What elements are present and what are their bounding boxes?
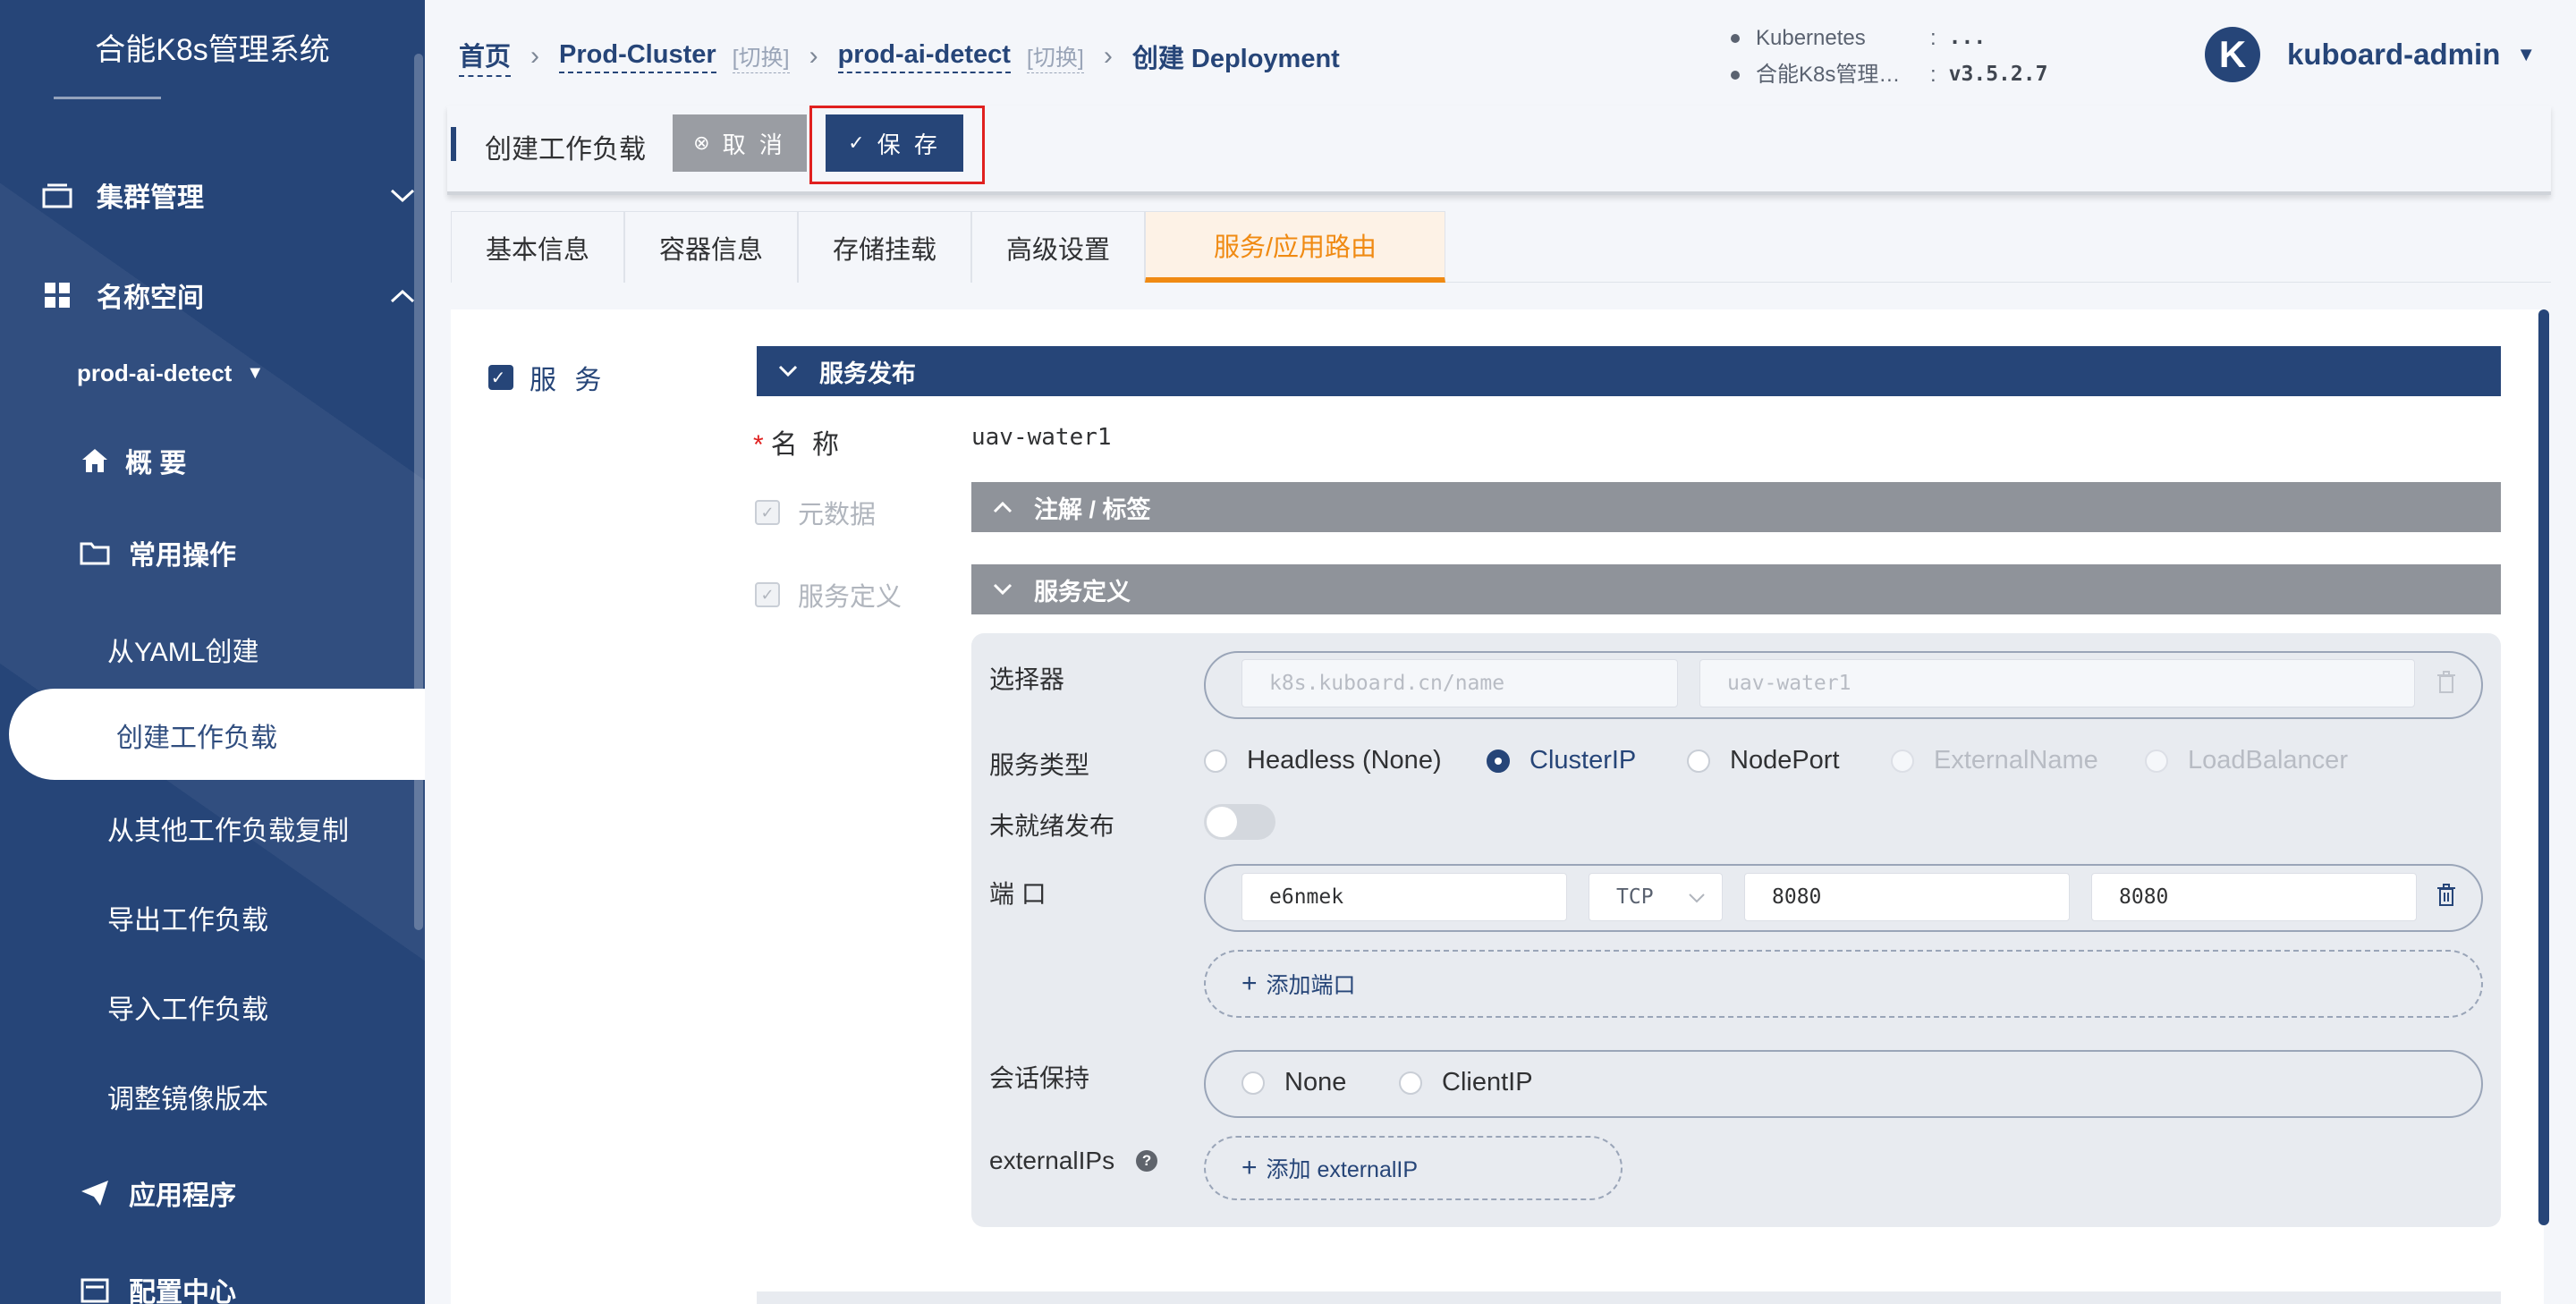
sidebar-item-overview[interactable]: 概 要 <box>77 441 425 480</box>
add-port-link[interactable]: + 添加端口 <box>1241 968 1356 1000</box>
trash-icon[interactable] <box>2436 884 2456 913</box>
radio-nodeport[interactable]: NodePort <box>1687 746 1840 775</box>
sidebar-item-cluster[interactable]: 集群管理 <box>39 175 425 215</box>
config-icon <box>77 1272 113 1304</box>
target-port-input[interactable]: 8080 <box>2091 873 2417 921</box>
close-circle-icon: ⊗ <box>693 131 714 154</box>
add-external-ip-link[interactable]: + 添加 externalIP <box>1241 1152 1418 1184</box>
sidebar-sub-export[interactable]: 导出工作负载 <box>107 898 268 937</box>
trash-icon[interactable] <box>2436 671 2456 700</box>
checkbox-checked-icon: ✓ <box>755 582 780 607</box>
selector-key-input[interactable]: k8s.kuboard.cn/name <box>1241 659 1678 707</box>
chevron-right-icon: › <box>530 41 540 71</box>
next-section-strip <box>757 1291 2501 1304</box>
action-bar: 创建工作负载 ⊗ 取 消 ✓ 保 存 <box>447 106 2551 195</box>
breadcrumb: 首页 › Prod-Cluster [切换] › prod-ai-detect … <box>459 36 1340 77</box>
sidebar-item-config[interactable]: 配置中心 <box>77 1270 425 1304</box>
namespace-selector[interactable]: prod-ai-detect ▼ <box>77 360 425 387</box>
service-checkbox[interactable]: ✓ 服 务 <box>488 358 606 397</box>
chevron-up-icon <box>390 280 415 310</box>
breadcrumb-cluster[interactable]: Prod-Cluster <box>559 40 716 73</box>
grid-icon <box>39 277 75 313</box>
selector-value-input[interactable]: uav-water1 <box>1699 659 2415 707</box>
sidebar-scrollbar[interactable] <box>414 54 423 930</box>
breadcrumb-home[interactable]: 首页 <box>459 36 512 77</box>
chevron-down-icon <box>390 180 415 210</box>
unready-label: 未就绪发布 <box>989 812 1115 840</box>
unready-toggle[interactable] <box>1204 804 1275 840</box>
help-icon[interactable]: ? <box>1136 1150 1158 1172</box>
user-menu[interactable]: K kuboard-admin ▼ <box>2205 27 2536 82</box>
radio-session-none[interactable]: None <box>1241 1068 1346 1097</box>
radio-headless[interactable]: Headless (None) <box>1204 746 1442 775</box>
breadcrumb-namespace[interactable]: prod-ai-detect <box>837 40 1011 73</box>
sidebar-sub-copy[interactable]: 从其他工作负载复制 <box>107 809 349 848</box>
breadcrumb-current: 创建 Deployment <box>1131 45 1340 73</box>
radio-loadbalancer[interactable]: LoadBalancer <box>2145 746 2348 775</box>
definition-header[interactable]: 服务定义 <box>971 564 2501 614</box>
protocol-select[interactable]: TCP <box>1589 873 1723 921</box>
chevron-up-icon <box>971 501 1034 513</box>
sidebar-item-common-ops[interactable]: 常用操作 <box>77 533 425 572</box>
sidebar-sub-create-workload[interactable]: 创建工作负载 <box>9 689 425 780</box>
check-circle-icon: ✓ <box>848 131 869 154</box>
main-scrollbar[interactable] <box>2538 309 2549 1225</box>
sidebar-sub-import[interactable]: 导入工作负载 <box>107 987 268 1027</box>
annotation-header[interactable]: 注解 / 标签 <box>971 482 2501 532</box>
plus-icon: + <box>1241 1153 1258 1182</box>
port-input[interactable]: 8080 <box>1744 873 2070 921</box>
checkbox-checked-icon: ✓ <box>755 500 780 525</box>
home-icon <box>77 443 113 478</box>
port-label: 端 口 <box>989 880 1046 908</box>
radio-clusterip[interactable]: ClusterIP <box>1487 746 1636 775</box>
chevron-right-icon: › <box>809 41 818 71</box>
caret-down-icon: ▼ <box>246 363 265 383</box>
chevron-down-icon <box>757 365 819 377</box>
sidebar: 合能K8s管理系统 集群管理 名称空间 prod-ai-detect ▼ 概 要… <box>0 0 425 1304</box>
tab-basic[interactable]: 基本信息 <box>451 211 624 283</box>
sidebar-item-namespace[interactable]: 名称空间 <box>39 275 425 315</box>
tab-bar: 基本信息 容器信息 存储挂载 高级设置 服务/应用路由 <box>451 211 2551 283</box>
chevron-right-icon: › <box>1103 41 1113 71</box>
chevron-down-icon <box>1688 885 1706 909</box>
service-publish-header[interactable]: 服务发布 <box>757 346 2501 396</box>
tab-service-route[interactable]: 服务/应用路由 <box>1145 211 1445 283</box>
tab-advanced[interactable]: 高级设置 <box>971 211 1145 283</box>
name-value: uav-water1 <box>971 424 1112 451</box>
tab-storage[interactable]: 存储挂载 <box>798 211 971 283</box>
app-title: 合能K8s管理系统 <box>95 33 330 67</box>
sidebar-item-apps[interactable]: 应用程序 <box>77 1173 425 1213</box>
external-ips-label: externalIPs ? <box>989 1147 1158 1175</box>
topbar: 首页 › Prod-Cluster [切换] › prod-ai-detect … <box>425 0 2576 103</box>
add-port-button[interactable] <box>1204 950 2483 1018</box>
definition-checkbox[interactable]: ✓ 服务定义 <box>755 576 902 614</box>
selector-label: 选择器 <box>989 665 1065 693</box>
port-name-input[interactable]: e6nmek <box>1241 873 1567 921</box>
version-info: Kubernetes:... 合能K8s管理系统: v3.5.2.7 <box>1731 20 2047 93</box>
page-title: 创建工作负载 <box>485 135 646 165</box>
chevron-down-icon <box>971 583 1034 596</box>
cancel-button[interactable]: ⊗ 取 消 <box>673 114 807 172</box>
radio-session-clientip[interactable]: ClientIP <box>1399 1068 1533 1097</box>
session-label: 会话保持 <box>989 1064 1090 1092</box>
metadata-checkbox[interactable]: ✓ 元数据 <box>755 494 876 531</box>
avatar: K <box>2205 27 2260 82</box>
service-type-label: 服务类型 <box>989 751 1090 779</box>
sidebar-sub-image-version[interactable]: 调整镜像版本 <box>107 1077 268 1116</box>
tab-container[interactable]: 容器信息 <box>624 211 798 283</box>
sidebar-sub-yaml[interactable]: 从YAML创建 <box>107 630 258 669</box>
session-row <box>1204 1050 2483 1118</box>
send-icon <box>77 1175 113 1211</box>
switch-cluster-link[interactable]: [切换] <box>732 40 790 73</box>
checkbox-checked-icon: ✓ <box>488 365 513 390</box>
username: kuboard-admin <box>2287 38 2501 71</box>
plus-icon: + <box>1241 969 1258 998</box>
switch-namespace-link[interactable]: [切换] <box>1026 40 1084 73</box>
name-label: * 名 称 <box>753 430 843 460</box>
folder-icon <box>77 535 113 571</box>
caret-down-icon: ▼ <box>2516 43 2537 65</box>
cluster-icon <box>39 177 75 213</box>
save-button[interactable]: ✓ 保 存 <box>826 114 963 172</box>
radio-externalname[interactable]: ExternalName <box>1891 746 2098 775</box>
